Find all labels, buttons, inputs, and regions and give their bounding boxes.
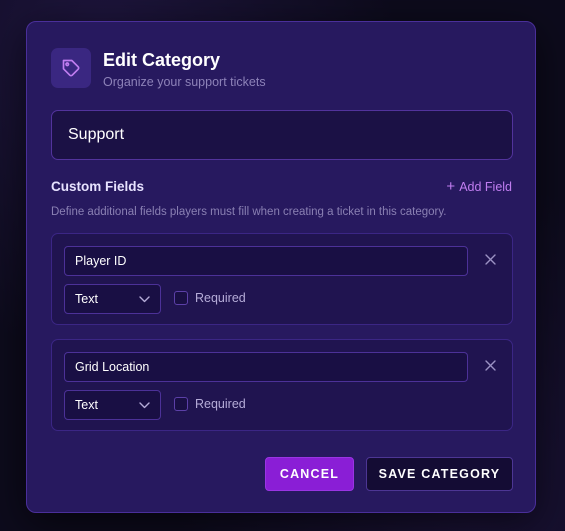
field-type-select[interactable]: Text — [64, 390, 161, 420]
remove-field-button[interactable] — [480, 355, 500, 375]
required-toggle[interactable]: Required — [174, 397, 246, 411]
required-label: Required — [195, 397, 246, 411]
required-label: Required — [195, 291, 246, 305]
chevron-down-icon — [139, 295, 150, 302]
field-type-select[interactable]: Text — [64, 284, 161, 314]
close-icon — [484, 359, 496, 371]
dialog-subtitle: Organize your support tickets — [103, 75, 266, 89]
required-checkbox[interactable] — [174, 397, 188, 411]
field-type-value: Text — [75, 292, 98, 306]
chevron-down-icon — [139, 401, 150, 408]
custom-fields-description: Define additional fields players must fi… — [51, 206, 447, 218]
tag-icon — [51, 48, 91, 88]
custom-field-card: Text Required — [51, 233, 513, 325]
close-icon — [484, 253, 496, 265]
save-category-button[interactable]: SAVE CATEGORY — [366, 457, 513, 491]
dialog-title: Edit Category — [103, 50, 221, 70]
add-field-button[interactable]: + Add Field — [446, 179, 512, 194]
field-name-input[interactable] — [64, 246, 468, 276]
remove-field-button[interactable] — [480, 249, 500, 269]
field-type-value: Text — [75, 398, 98, 412]
custom-field-card: Text Required — [51, 339, 513, 431]
required-toggle[interactable]: Required — [174, 291, 246, 305]
edit-category-dialog: Edit Category Organize your support tick… — [26, 21, 536, 513]
plus-icon: + — [446, 178, 456, 195]
add-field-label: Add Field — [459, 179, 512, 194]
required-checkbox[interactable] — [174, 291, 188, 305]
field-name-input[interactable] — [64, 352, 468, 382]
custom-fields-heading: Custom Fields — [51, 179, 145, 194]
category-name-input[interactable] — [51, 110, 513, 160]
cancel-button[interactable]: CANCEL — [265, 457, 354, 491]
